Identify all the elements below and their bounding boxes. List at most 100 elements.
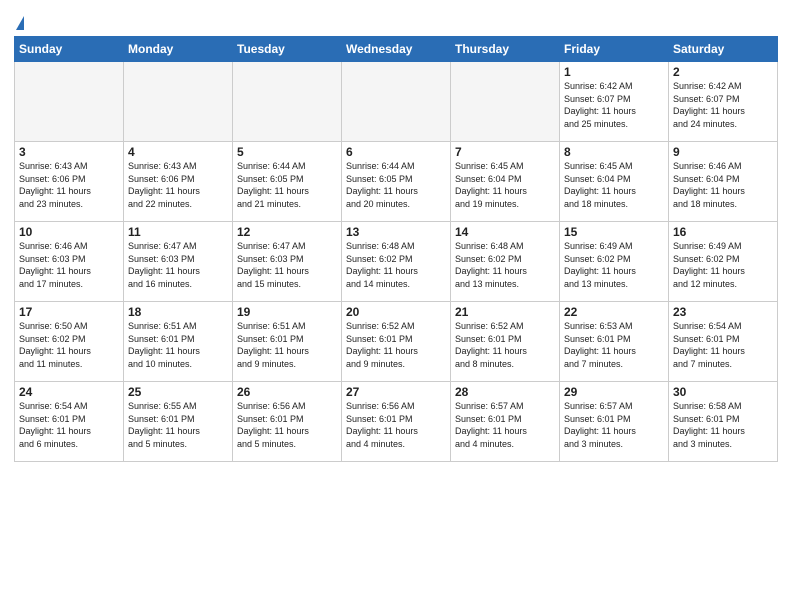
day-number: 15 bbox=[564, 225, 664, 239]
day-info: Sunrise: 6:50 AM Sunset: 6:02 PM Dayligh… bbox=[19, 320, 119, 370]
day-number: 25 bbox=[128, 385, 228, 399]
weekday-header-thursday: Thursday bbox=[451, 37, 560, 62]
day-info: Sunrise: 6:56 AM Sunset: 6:01 PM Dayligh… bbox=[237, 400, 337, 450]
calendar-week-row: 3 Sunrise: 6:43 AM Sunset: 6:06 PM Daylig… bbox=[15, 142, 778, 222]
calendar-cell: 19Sunrise: 6:51 AM Sunset: 6:01 PM Dayli… bbox=[233, 302, 342, 382]
calendar-cell: 9Sunrise: 6:46 AM Sunset: 6:04 PM Daylig… bbox=[669, 142, 778, 222]
day-number: 26 bbox=[237, 385, 337, 399]
day-number: 1 bbox=[564, 65, 664, 79]
calendar-cell bbox=[451, 62, 560, 142]
day-info: Sunrise: 6:42 AM Sunset: 6:07 PM Dayligh… bbox=[564, 80, 664, 130]
calendar-cell: 17Sunrise: 6:50 AM Sunset: 6:02 PM Dayli… bbox=[15, 302, 124, 382]
calendar-cell: 18Sunrise: 6:51 AM Sunset: 6:01 PM Dayli… bbox=[124, 302, 233, 382]
calendar-cell: 2Sunrise: 6:42 AM Sunset: 6:07 PM Daylig… bbox=[669, 62, 778, 142]
calendar-cell bbox=[342, 62, 451, 142]
day-info: Sunrise: 6:45 AM Sunset: 6:04 PM Dayligh… bbox=[564, 160, 664, 210]
day-number: 27 bbox=[346, 385, 446, 399]
page: SundayMondayTuesdayWednesdayThursdayFrid… bbox=[0, 0, 792, 476]
day-number: 5 bbox=[237, 145, 337, 159]
day-number: 22 bbox=[564, 305, 664, 319]
calendar-cell: 5Sunrise: 6:44 AM Sunset: 6:05 PM Daylig… bbox=[233, 142, 342, 222]
day-number: 28 bbox=[455, 385, 555, 399]
calendar-cell: 26Sunrise: 6:56 AM Sunset: 6:01 PM Dayli… bbox=[233, 382, 342, 462]
calendar-cell: 14Sunrise: 6:48 AM Sunset: 6:02 PM Dayli… bbox=[451, 222, 560, 302]
day-number: 24 bbox=[19, 385, 119, 399]
day-info: Sunrise: 6:54 AM Sunset: 6:01 PM Dayligh… bbox=[19, 400, 119, 450]
day-info: Sunrise: 6:46 AM Sunset: 6:03 PM Dayligh… bbox=[19, 240, 119, 290]
day-number: 2 bbox=[673, 65, 773, 79]
calendar-cell: 7Sunrise: 6:45 AM Sunset: 6:04 PM Daylig… bbox=[451, 142, 560, 222]
day-info: Sunrise: 6:53 AM Sunset: 6:01 PM Dayligh… bbox=[564, 320, 664, 370]
calendar-cell bbox=[233, 62, 342, 142]
calendar-week-row: 10Sunrise: 6:46 AM Sunset: 6:03 PM Dayli… bbox=[15, 222, 778, 302]
calendar-cell bbox=[15, 62, 124, 142]
day-info: Sunrise: 6:43 AM Sunset: 6:06 PM Dayligh… bbox=[128, 160, 228, 210]
calendar-cell: 10Sunrise: 6:46 AM Sunset: 6:03 PM Dayli… bbox=[15, 222, 124, 302]
calendar-cell: 4Sunrise: 6:43 AM Sunset: 6:06 PM Daylig… bbox=[124, 142, 233, 222]
calendar-cell bbox=[124, 62, 233, 142]
day-info: Sunrise: 6:46 AM Sunset: 6:04 PM Dayligh… bbox=[673, 160, 773, 210]
day-info: Sunrise: 6:44 AM Sunset: 6:05 PM Dayligh… bbox=[346, 160, 446, 210]
day-number: 9 bbox=[673, 145, 773, 159]
calendar-cell: 13Sunrise: 6:48 AM Sunset: 6:02 PM Dayli… bbox=[342, 222, 451, 302]
day-info: Sunrise: 6:42 AM Sunset: 6:07 PM Dayligh… bbox=[673, 80, 773, 130]
weekday-header-row: SundayMondayTuesdayWednesdayThursdayFrid… bbox=[15, 37, 778, 62]
day-number: 4 bbox=[128, 145, 228, 159]
day-info: Sunrise: 6:45 AM Sunset: 6:04 PM Dayligh… bbox=[455, 160, 555, 210]
day-number: 14 bbox=[455, 225, 555, 239]
calendar-cell: 27Sunrise: 6:56 AM Sunset: 6:01 PM Dayli… bbox=[342, 382, 451, 462]
calendar-cell: 15Sunrise: 6:49 AM Sunset: 6:02 PM Dayli… bbox=[560, 222, 669, 302]
calendar-cell: 8Sunrise: 6:45 AM Sunset: 6:04 PM Daylig… bbox=[560, 142, 669, 222]
calendar-cell: 6Sunrise: 6:44 AM Sunset: 6:05 PM Daylig… bbox=[342, 142, 451, 222]
weekday-header-friday: Friday bbox=[560, 37, 669, 62]
calendar-cell: 3Sunrise: 6:43 AM Sunset: 6:06 PM Daylig… bbox=[15, 142, 124, 222]
day-info: Sunrise: 6:54 AM Sunset: 6:01 PM Dayligh… bbox=[673, 320, 773, 370]
calendar-cell: 29Sunrise: 6:57 AM Sunset: 6:01 PM Dayli… bbox=[560, 382, 669, 462]
calendar-table: SundayMondayTuesdayWednesdayThursdayFrid… bbox=[14, 36, 778, 462]
calendar-week-row: 24Sunrise: 6:54 AM Sunset: 6:01 PM Dayli… bbox=[15, 382, 778, 462]
weekday-header-tuesday: Tuesday bbox=[233, 37, 342, 62]
day-info: Sunrise: 6:44 AM Sunset: 6:05 PM Dayligh… bbox=[237, 160, 337, 210]
day-number: 11 bbox=[128, 225, 228, 239]
weekday-header-wednesday: Wednesday bbox=[342, 37, 451, 62]
calendar-cell: 1Sunrise: 6:42 AM Sunset: 6:07 PM Daylig… bbox=[560, 62, 669, 142]
weekday-header-monday: Monday bbox=[124, 37, 233, 62]
day-number: 7 bbox=[455, 145, 555, 159]
weekday-header-saturday: Saturday bbox=[669, 37, 778, 62]
logo bbox=[14, 16, 24, 30]
day-info: Sunrise: 6:52 AM Sunset: 6:01 PM Dayligh… bbox=[346, 320, 446, 370]
day-info: Sunrise: 6:51 AM Sunset: 6:01 PM Dayligh… bbox=[237, 320, 337, 370]
day-info: Sunrise: 6:51 AM Sunset: 6:01 PM Dayligh… bbox=[128, 320, 228, 370]
day-number: 8 bbox=[564, 145, 664, 159]
day-number: 3 bbox=[19, 145, 119, 159]
calendar-cell: 11Sunrise: 6:47 AM Sunset: 6:03 PM Dayli… bbox=[124, 222, 233, 302]
calendar-cell: 16Sunrise: 6:49 AM Sunset: 6:02 PM Dayli… bbox=[669, 222, 778, 302]
day-number: 10 bbox=[19, 225, 119, 239]
day-number: 30 bbox=[673, 385, 773, 399]
day-number: 20 bbox=[346, 305, 446, 319]
day-number: 13 bbox=[346, 225, 446, 239]
calendar-cell: 24Sunrise: 6:54 AM Sunset: 6:01 PM Dayli… bbox=[15, 382, 124, 462]
day-number: 19 bbox=[237, 305, 337, 319]
calendar-cell: 21Sunrise: 6:52 AM Sunset: 6:01 PM Dayli… bbox=[451, 302, 560, 382]
day-number: 29 bbox=[564, 385, 664, 399]
calendar-cell: 12Sunrise: 6:47 AM Sunset: 6:03 PM Dayli… bbox=[233, 222, 342, 302]
day-number: 6 bbox=[346, 145, 446, 159]
day-number: 12 bbox=[237, 225, 337, 239]
day-info: Sunrise: 6:49 AM Sunset: 6:02 PM Dayligh… bbox=[564, 240, 664, 290]
day-info: Sunrise: 6:52 AM Sunset: 6:01 PM Dayligh… bbox=[455, 320, 555, 370]
day-number: 18 bbox=[128, 305, 228, 319]
day-info: Sunrise: 6:57 AM Sunset: 6:01 PM Dayligh… bbox=[564, 400, 664, 450]
calendar-cell: 23Sunrise: 6:54 AM Sunset: 6:01 PM Dayli… bbox=[669, 302, 778, 382]
day-info: Sunrise: 6:49 AM Sunset: 6:02 PM Dayligh… bbox=[673, 240, 773, 290]
logo-triangle-icon bbox=[16, 16, 24, 30]
calendar-cell: 20Sunrise: 6:52 AM Sunset: 6:01 PM Dayli… bbox=[342, 302, 451, 382]
calendar-cell: 22Sunrise: 6:53 AM Sunset: 6:01 PM Dayli… bbox=[560, 302, 669, 382]
day-number: 21 bbox=[455, 305, 555, 319]
day-number: 23 bbox=[673, 305, 773, 319]
day-info: Sunrise: 6:56 AM Sunset: 6:01 PM Dayligh… bbox=[346, 400, 446, 450]
calendar-week-row: 1Sunrise: 6:42 AM Sunset: 6:07 PM Daylig… bbox=[15, 62, 778, 142]
day-number: 16 bbox=[673, 225, 773, 239]
calendar-cell: 25Sunrise: 6:55 AM Sunset: 6:01 PM Dayli… bbox=[124, 382, 233, 462]
day-number: 17 bbox=[19, 305, 119, 319]
